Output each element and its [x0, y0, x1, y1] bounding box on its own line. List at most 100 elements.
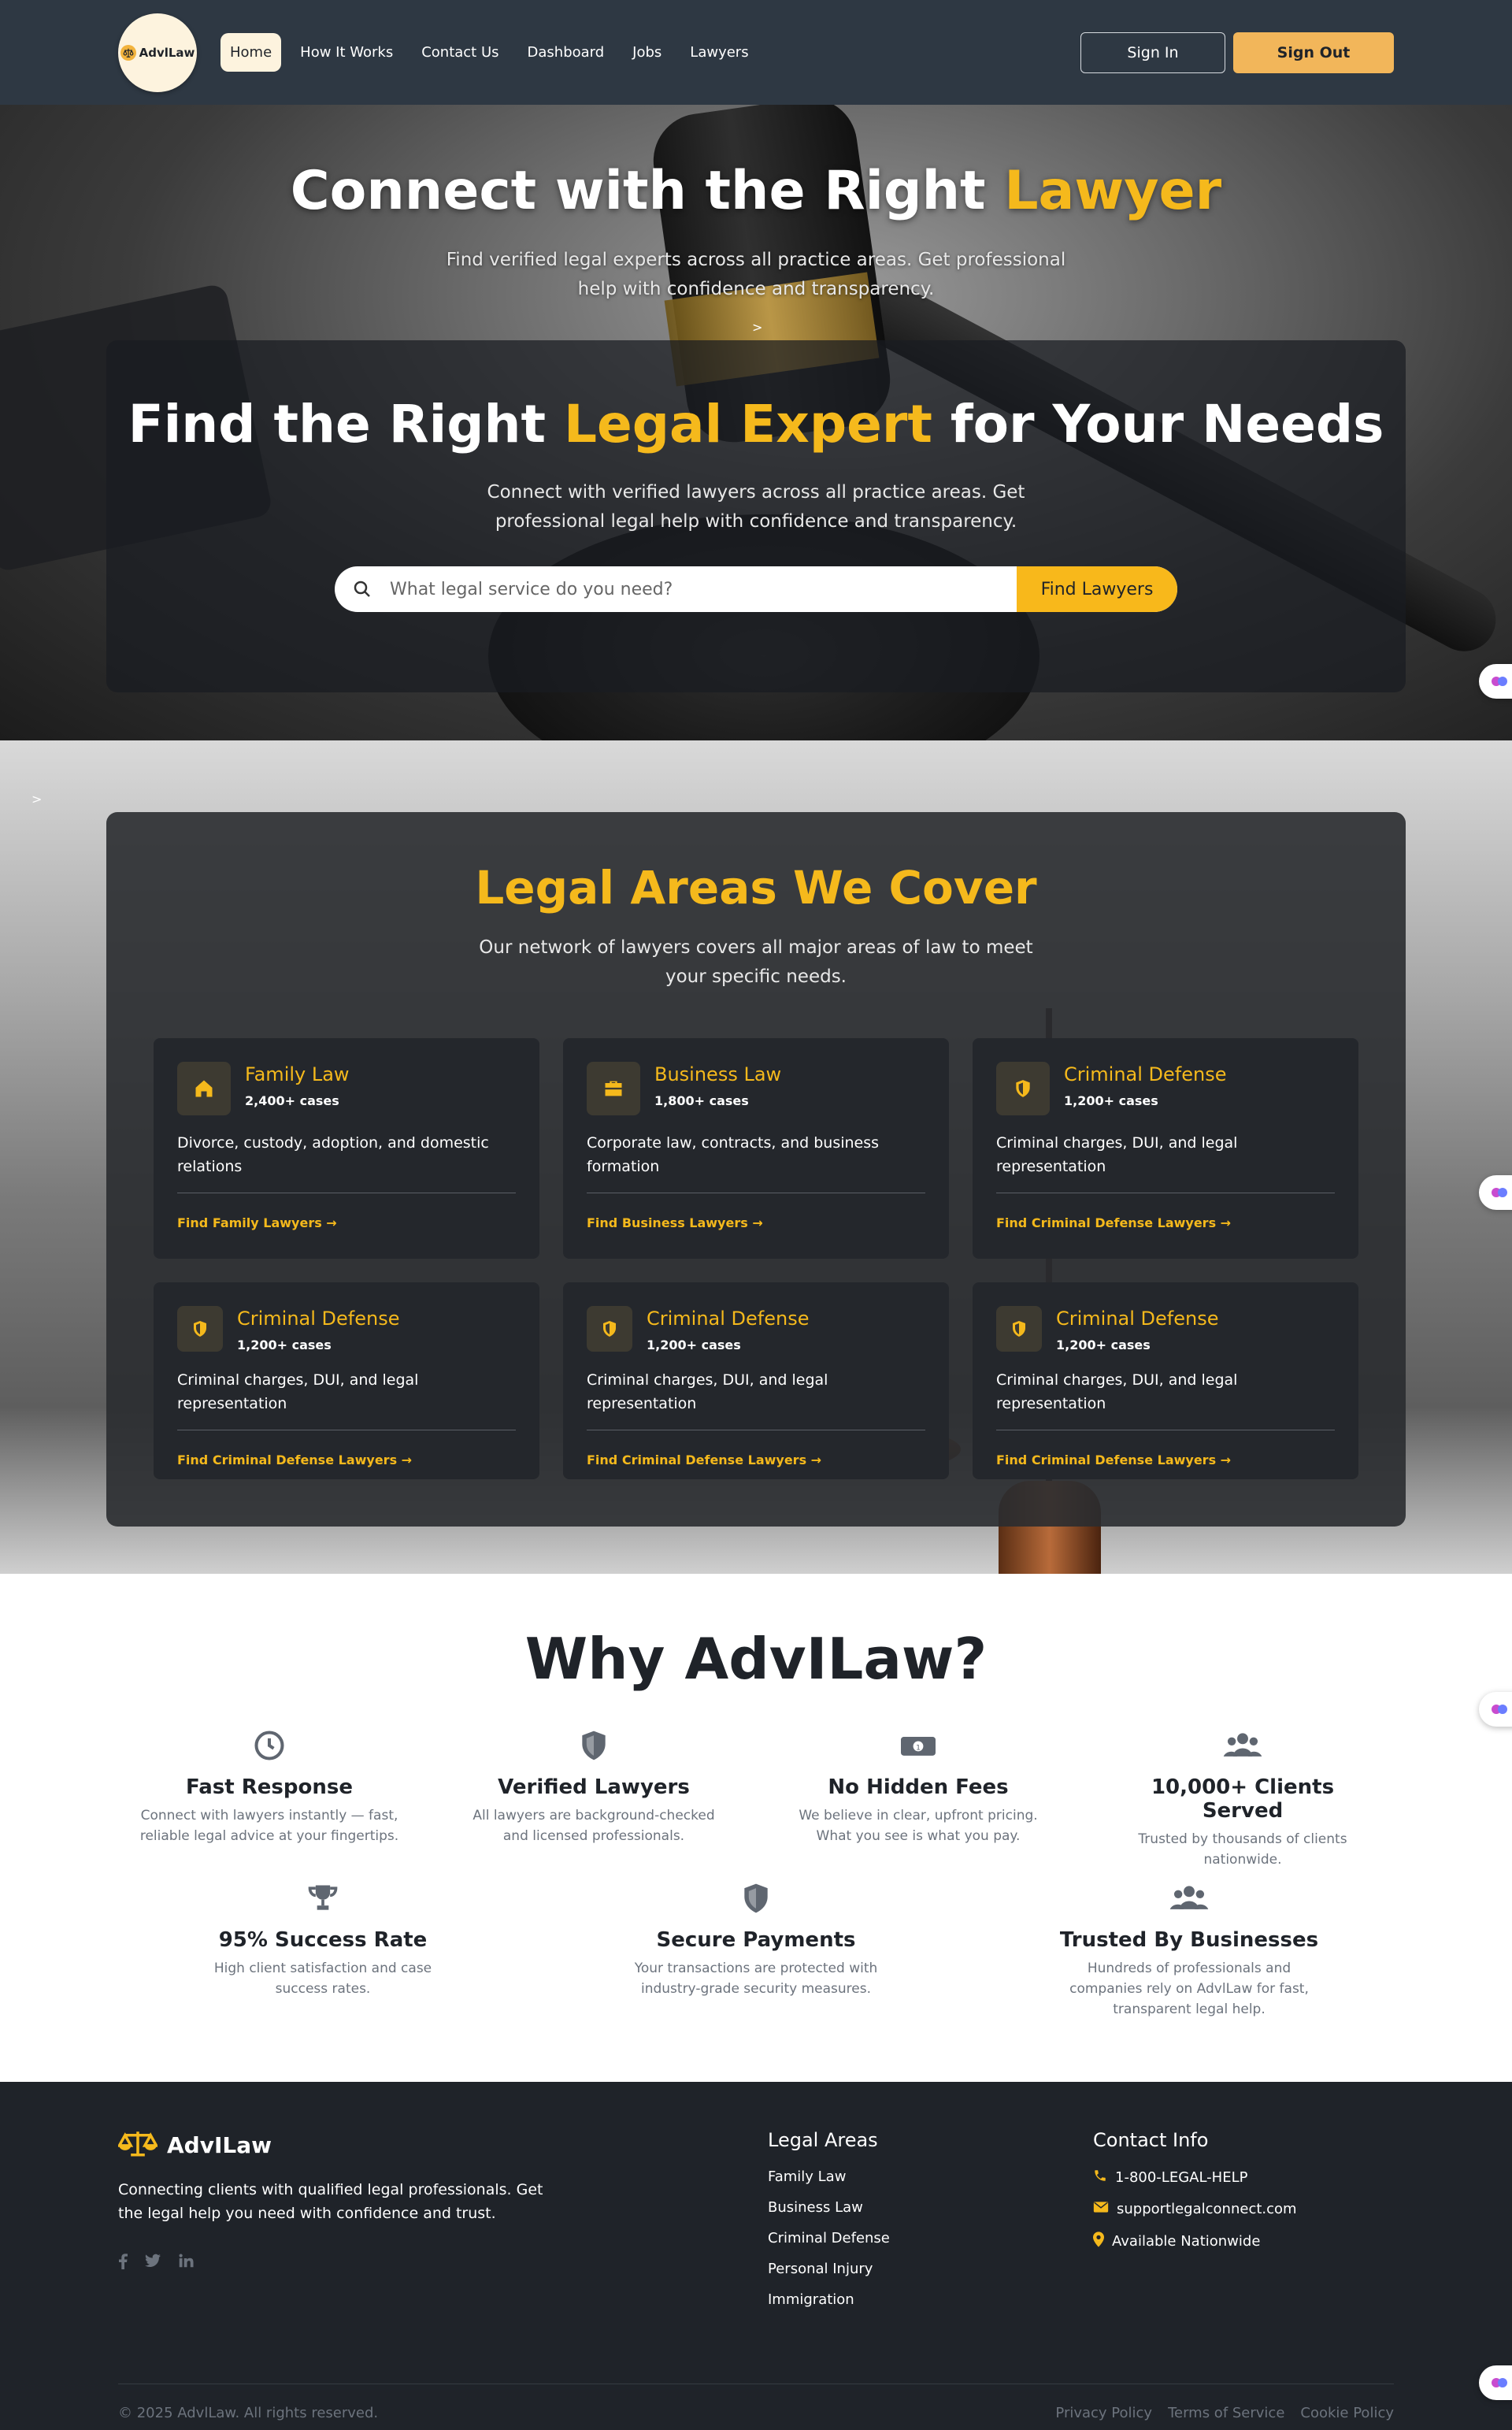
area-count: 2,400+ cases [245, 1093, 339, 1108]
brain-icon[interactable] [1479, 1175, 1512, 1210]
twitter-icon[interactable] [145, 2254, 161, 2272]
find-criminal-defense-lawyers-link[interactable]: Find Criminal Defense Lawyers → [587, 1430, 925, 1491]
carousel-next-arrow[interactable]: > [32, 792, 42, 807]
area-desc: Criminal charges, DUI, and legal represe… [177, 1371, 419, 1412]
nav-how-it-works[interactable]: How It Works [291, 33, 402, 72]
main-nav: Home How It Works Contact Us Dashboard J… [220, 33, 758, 72]
area-card-heading: Criminal Defense 1,200+ cases [237, 1306, 400, 1352]
privacy-policy-link[interactable]: Privacy Policy [1055, 2405, 1152, 2421]
why-item-desc: Trusted by thousands of clients nationwi… [1138, 1831, 1347, 1868]
contact-phone[interactable]: 1-800-LEGAL-HELP [1093, 2168, 1297, 2187]
why-item-desc: Your transactions are protected with ind… [634, 1961, 878, 1997]
carousel-next-arrow[interactable]: > [752, 320, 762, 335]
find-criminal-defense-lawyers-link[interactable]: Find Criminal Defense Lawyers → [996, 1430, 1335, 1491]
why-item-title: Secure Payments [656, 1928, 856, 1952]
contact-phone-text: 1-800-LEGAL-HELP [1115, 2169, 1248, 2186]
footer-bottom-links: Privacy Policy Terms of Service Cookie P… [1055, 2405, 1394, 2421]
why-item-desc: We believe in clear, upfront pricing. Wh… [799, 1808, 1038, 1844]
nav-dashboard[interactable]: Dashboard [518, 33, 614, 72]
search-bar: Find Lawyers [335, 566, 1177, 612]
legal-areas-panel: Legal Areas We Cover Our network of lawy… [106, 812, 1406, 1527]
why-item-clients-served: 10,000+ Clients Served Trusted by thousa… [1109, 1728, 1377, 1870]
brain-icon[interactable] [1479, 664, 1512, 699]
clock-icon [252, 1731, 287, 1766]
area-desc: Criminal charges, DUI, and legal represe… [587, 1371, 828, 1412]
find-criminal-defense-lawyers-link[interactable]: Find Criminal Defense Lawyers → [996, 1193, 1335, 1254]
find-lawyers-button[interactable]: Find Lawyers [1017, 566, 1177, 612]
area-count: 1,200+ cases [1064, 1093, 1158, 1108]
legal-areas-title: Legal Areas We Cover [475, 861, 1037, 914]
why-item-title: No Hidden Fees [828, 1775, 1009, 1799]
cookie-policy-link[interactable]: Cookie Policy [1300, 2405, 1394, 2421]
area-title: Family Law [245, 1063, 350, 1085]
panel-title-pre: Find the Right [128, 394, 564, 454]
why-item-desc: Hundreds of professionals and companies … [1069, 1961, 1309, 2017]
why-item-fast-response: Fast Response Connect with lawyers insta… [135, 1728, 403, 1846]
area-card-heading: Criminal Defense 1,200+ cases [1064, 1062, 1227, 1108]
hero-title-accent: Lawyer [1004, 160, 1222, 222]
why-item-trusted-by-businesses: Trusted By Businesses Hundreds of profes… [1055, 1881, 1323, 2020]
shield-icon [177, 1306, 223, 1352]
sign-in-button[interactable]: Sign In [1080, 32, 1225, 73]
nav-jobs[interactable]: Jobs [623, 33, 671, 72]
area-card-head: Criminal Defense 1,200+ cases [587, 1306, 925, 1352]
hero-section: Connect with the Right Lawyer Find verif… [0, 105, 1512, 740]
scale-icon [117, 2129, 159, 2161]
nav-lawyers[interactable]: Lawyers [680, 33, 758, 72]
nav-contact-us[interactable]: Contact Us [412, 33, 508, 72]
contact-email-text: supportlegalconnect.com [1117, 2201, 1297, 2217]
footer-legal-areas: Legal Areas Family Law Business Law Crim… [768, 2129, 890, 2322]
site-logo[interactable]: AdvlLaw [118, 13, 197, 92]
footer-legal-title: Legal Areas [768, 2129, 878, 2151]
facebook-icon[interactable] [118, 2254, 128, 2272]
copyright: © 2025 AdvlLaw. All rights reserved. [118, 2405, 379, 2421]
area-count: 1,200+ cases [237, 1337, 332, 1352]
brain-icon[interactable] [1479, 2365, 1512, 2400]
legal-areas-subtitle: Our network of lawyers covers all major … [479, 937, 1033, 987]
hero-heading-block: Connect with the Right Lawyer Find verif… [0, 160, 1512, 304]
why-section: Why AdvILaw? Fast Response Connect with … [0, 1574, 1512, 2082]
why-item-secure-payments: Secure Payments Your transactions are pr… [622, 1881, 890, 1999]
scale-icon [120, 44, 136, 61]
panel-subtitle: Connect with verified lawyers across all… [487, 482, 1025, 532]
area-card-head: Family Law 2,400+ cases [177, 1062, 516, 1115]
search-input[interactable] [390, 579, 1017, 599]
footer-link-personal-injury[interactable]: Personal Injury [768, 2261, 890, 2277]
why-item-title: Verified Lawyers [498, 1775, 690, 1799]
sign-out-button[interactable]: Sign Out [1233, 32, 1394, 73]
shield-icon [587, 1306, 632, 1352]
linkedin-icon[interactable] [178, 2254, 194, 2272]
area-count: 1,800+ cases [654, 1093, 749, 1108]
find-family-lawyers-link[interactable]: Find Family Lawyers → [177, 1193, 516, 1254]
find-criminal-defense-lawyers-link[interactable]: Find Criminal Defense Lawyers → [177, 1430, 516, 1491]
footer-brand-name: AdvILaw [167, 2131, 272, 2158]
contact-email[interactable]: supportlegalconnect.com [1093, 2201, 1297, 2217]
area-card-criminal-defense: Criminal Defense 1,200+ cases Criminal c… [973, 1282, 1358, 1479]
panel-title: Find the Right Legal Expert for Your Nee… [106, 394, 1406, 454]
area-count: 1,200+ cases [1056, 1337, 1151, 1352]
nav-home[interactable]: Home [220, 33, 282, 72]
why-item-desc: High client satisfaction and case succes… [213, 1961, 432, 1997]
find-business-lawyers-link[interactable]: Find Business Lawyers → [587, 1193, 925, 1254]
why-item-title: Fast Response [186, 1775, 353, 1799]
area-card-heading: Family Law 2,400+ cases [245, 1062, 350, 1108]
why-item-verified-lawyers: Verified Lawyers All lawyers are backgro… [460, 1728, 728, 1846]
panel-title-accent: Legal Expert [563, 394, 932, 454]
area-card-family-law: Family Law 2,400+ cases Divorce, custody… [154, 1038, 539, 1259]
footer-link-criminal-defense[interactable]: Criminal Defense [768, 2230, 890, 2246]
footer-contact-title: Contact Info [1093, 2129, 1209, 2151]
home-icon [177, 1062, 231, 1115]
footer-link-family-law[interactable]: Family Law [768, 2168, 890, 2185]
area-card-head: Business Law 1,800+ cases [587, 1062, 925, 1115]
area-card-head: Criminal Defense 1,200+ cases [996, 1306, 1335, 1352]
area-card-head: Criminal Defense 1,200+ cases [177, 1306, 516, 1352]
why-title: Why AdvILaw? [524, 1626, 988, 1692]
footer-link-immigration[interactable]: Immigration [768, 2291, 890, 2308]
area-card-criminal-defense: Criminal Defense 1,200+ cases Criminal c… [973, 1038, 1358, 1259]
shield-icon [996, 1062, 1050, 1115]
footer-brand: AdvILaw Connecting clients with qualifie… [117, 2129, 543, 2272]
brain-icon[interactable] [1479, 1692, 1512, 1727]
location-icon [1093, 2232, 1104, 2251]
terms-of-service-link[interactable]: Terms of Service [1168, 2405, 1284, 2421]
footer-link-business-law[interactable]: Business Law [768, 2199, 890, 2216]
